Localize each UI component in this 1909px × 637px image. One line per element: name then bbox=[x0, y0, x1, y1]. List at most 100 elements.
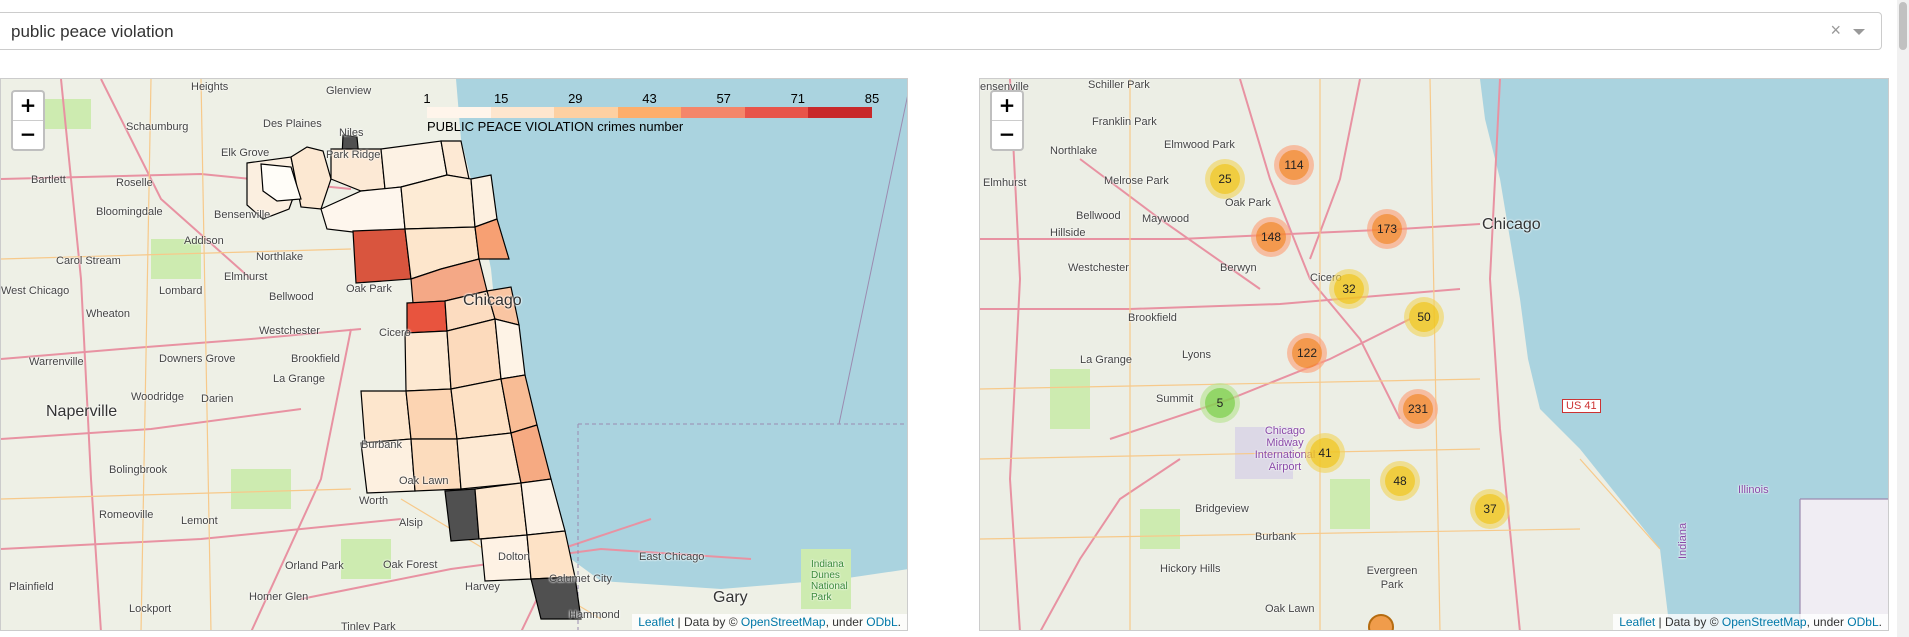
zoom-control: + − bbox=[11, 90, 45, 151]
cluster-count: 50 bbox=[1409, 302, 1439, 332]
cluster-marker[interactable]: 32 bbox=[1329, 269, 1369, 309]
place-label: Tinley Park bbox=[341, 621, 396, 631]
place-label: Elmhurst bbox=[224, 271, 268, 283]
legend-ticks: 1 15 29 43 57 71 85 bbox=[423, 91, 879, 107]
chevron-down-icon[interactable] bbox=[1853, 29, 1865, 35]
cluster-marker[interactable]: 37 bbox=[1470, 489, 1510, 529]
clear-icon[interactable]: × bbox=[1830, 20, 1841, 41]
attribution-text: | Data by © bbox=[674, 615, 741, 629]
place-label: Northlake bbox=[256, 251, 304, 263]
cluster-marker[interactable]: 231 bbox=[1398, 389, 1438, 429]
place-label: Bellwood bbox=[1076, 210, 1121, 222]
attribution-text: | Data by © bbox=[1655, 615, 1722, 629]
place-label: Plainfield bbox=[9, 581, 54, 593]
place-label: Elk Grove bbox=[221, 147, 270, 159]
zoom-out-button[interactable]: − bbox=[992, 121, 1022, 149]
place-label: Cicero bbox=[379, 327, 411, 339]
cluster-marker[interactable]: 48 bbox=[1380, 461, 1420, 501]
place-label: Schiller Park bbox=[1088, 79, 1150, 91]
place-label: Evergreen Park bbox=[1366, 565, 1418, 591]
attribution-text: . bbox=[897, 615, 901, 629]
map-attribution: Leaflet | Data by © OpenStreetMap, under… bbox=[632, 614, 907, 630]
place-label: Chicago bbox=[1482, 216, 1541, 233]
cluster-marker[interactable]: 50 bbox=[1404, 297, 1444, 337]
osm-link[interactable]: OpenStreetMap bbox=[741, 615, 826, 629]
cluster-marker[interactable]: 5 bbox=[1200, 383, 1240, 423]
cluster-marker[interactable]: 41 bbox=[1305, 433, 1345, 473]
place-label: Bellwood bbox=[269, 291, 314, 303]
place-label: Bolingbrook bbox=[109, 464, 168, 476]
legend-swatch bbox=[427, 107, 491, 118]
cluster-marker[interactable]: 25 bbox=[1205, 159, 1245, 199]
leaflet-link[interactable]: Leaflet bbox=[1619, 615, 1655, 629]
legend-tick: 29 bbox=[568, 91, 583, 106]
place-label: Bridgeview bbox=[1195, 503, 1249, 515]
place-label: Calumet City bbox=[549, 573, 612, 585]
legend-swatch bbox=[617, 107, 682, 118]
cluster-count: 114 bbox=[1279, 150, 1309, 180]
choropleth-map[interactable]: Heights Glenview Schaumburg Des Plaines … bbox=[0, 78, 908, 631]
odbl-link[interactable]: ODbL bbox=[1847, 615, 1878, 629]
place-label: Lombard bbox=[159, 285, 203, 297]
crime-type-select[interactable]: public peace violation × bbox=[0, 12, 1882, 50]
place-label: Maywood bbox=[1142, 213, 1190, 225]
place-label: Franklin Park bbox=[1092, 116, 1157, 128]
cluster-marker[interactable]: 173 bbox=[1367, 209, 1407, 249]
attribution-text: , under bbox=[825, 615, 867, 629]
place-label: Heights bbox=[191, 81, 229, 93]
page-scrollbar[interactable] bbox=[1897, 0, 1909, 637]
place-label: Carol Stream bbox=[56, 255, 121, 267]
place-label: Bloomingdale bbox=[96, 206, 163, 218]
cluster-count: 25 bbox=[1210, 164, 1240, 194]
cluster-count: 32 bbox=[1334, 274, 1364, 304]
place-label: Addison bbox=[184, 235, 224, 247]
zoom-control: + − bbox=[990, 90, 1024, 151]
place-label: Warrenville bbox=[29, 356, 84, 368]
cluster-map[interactable]: ensenville Schiller Park Franklin Park N… bbox=[979, 78, 1889, 631]
cluster-marker[interactable]: 122 bbox=[1287, 333, 1327, 373]
zoom-in-button[interactable]: + bbox=[13, 92, 43, 121]
place-label: West Chicago bbox=[1, 285, 70, 297]
cluster-count: 37 bbox=[1475, 494, 1505, 524]
zoom-in-button[interactable]: + bbox=[992, 92, 1022, 121]
place-label: Hillside bbox=[1050, 227, 1086, 239]
legend-caption: PUBLIC PEACE VIOLATION crimes number bbox=[427, 119, 684, 134]
choropleth-legend: 1 15 29 43 57 71 85 PUBLIC PEACE VIOLATI… bbox=[423, 91, 879, 134]
place-label: Oak Lawn bbox=[399, 475, 449, 487]
place-label: Westchester bbox=[1068, 262, 1129, 274]
place-label: Darien bbox=[201, 393, 234, 405]
cluster-count: 48 bbox=[1385, 466, 1415, 496]
legend-tick: 85 bbox=[864, 91, 880, 106]
place-label: Oak Park bbox=[1225, 197, 1271, 209]
cluster-count: 148 bbox=[1256, 222, 1286, 252]
place-label: Chicago bbox=[463, 292, 522, 309]
scrollbar-thumb[interactable] bbox=[1899, 2, 1907, 50]
place-label: Niles bbox=[339, 127, 364, 139]
place-label: Burbank bbox=[1255, 531, 1296, 543]
place-label: Northlake bbox=[1050, 145, 1098, 157]
place-label: Berwyn bbox=[1220, 262, 1257, 274]
legend-tick: 71 bbox=[790, 91, 806, 106]
osm-link[interactable]: OpenStreetMap bbox=[1722, 615, 1807, 629]
place-label: Brookfield bbox=[1128, 312, 1177, 324]
place-label: Worth bbox=[359, 495, 389, 507]
odbl-link[interactable]: ODbL bbox=[866, 615, 897, 629]
place-label: Roselle bbox=[116, 177, 153, 189]
place-label: Summit bbox=[1156, 393, 1194, 405]
cluster-count: 41 bbox=[1310, 438, 1340, 468]
cluster-marker[interactable]: 148 bbox=[1251, 217, 1291, 257]
cluster-count: 173 bbox=[1372, 214, 1402, 244]
place-label: Schaumburg bbox=[126, 121, 189, 133]
select-value: public peace violation bbox=[11, 22, 174, 41]
leaflet-link[interactable]: Leaflet bbox=[638, 615, 674, 629]
place-label: Park Ridge bbox=[326, 149, 381, 161]
cluster-marker[interactable]: 114 bbox=[1274, 145, 1314, 185]
place-label: Gary bbox=[713, 589, 748, 606]
place-label: Wheaton bbox=[86, 308, 131, 320]
place-label: Hickory Hills bbox=[1160, 563, 1221, 575]
place-label: Lemont bbox=[181, 515, 218, 527]
zoom-out-button[interactable]: − bbox=[13, 121, 43, 149]
place-label: La Grange bbox=[273, 373, 325, 385]
legend-swatch bbox=[490, 107, 555, 118]
legend-tick: 43 bbox=[642, 91, 657, 106]
